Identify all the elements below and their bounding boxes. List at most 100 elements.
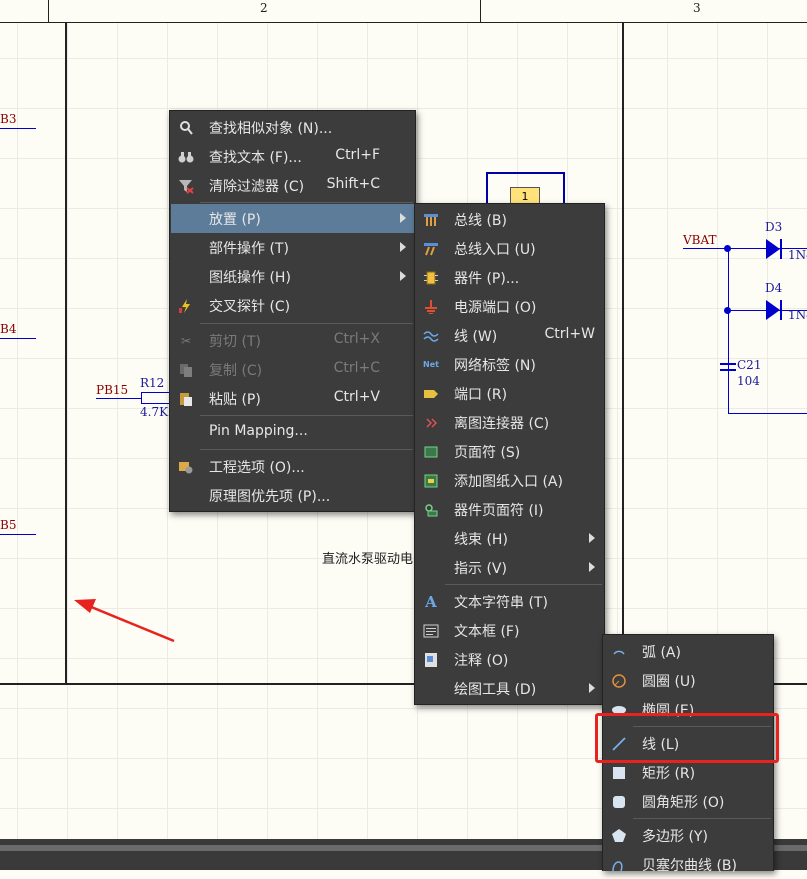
net-label-vbat: VBAT — [683, 233, 717, 247]
submenu-arrow-icon — [400, 242, 406, 252]
port-icon — [423, 386, 439, 402]
menu-item-schematic-preferences[interactable]: 原理图优先项 (P)... — [171, 481, 414, 510]
menu-item-off-sheet-connector[interactable]: 离图连接器 (C) — [416, 408, 603, 437]
copy-icon — [178, 362, 194, 378]
menu-item-directives[interactable]: 指示 (V) — [416, 553, 603, 582]
menu-item-device-sheet-symbol[interactable]: 器件页面符 (I) — [416, 495, 603, 524]
menu-item-bezier[interactable]: 贝塞尔曲线 (B) — [604, 850, 772, 879]
off-sheet-connector-icon — [423, 415, 439, 431]
menu-item-drawing-tools[interactable]: 绘图工具 (D) — [416, 674, 603, 703]
polygon-icon — [611, 828, 627, 844]
menu-separator — [633, 818, 771, 819]
menu-item-harness[interactable]: 线束 (H) — [416, 524, 603, 553]
menu-item-bus-entry[interactable]: 总线入口 (U) — [416, 234, 603, 263]
context-menu: 查找相似对象 (N)... 查找文本 (F)... Ctrl+F 清除过滤器 (… — [169, 110, 416, 512]
wire — [0, 534, 36, 535]
round-rectangle-icon — [611, 794, 627, 810]
menu-separator — [200, 323, 413, 324]
place-submenu: 总线 (B) 总线入口 (U) 器件 (P)... 电源端口 (O) 线 (W)… — [414, 203, 605, 705]
menu-item-power-port[interactable]: 电源端口 (O) — [416, 292, 603, 321]
c21-value: 104 — [737, 374, 760, 388]
wire — [0, 338, 36, 339]
net-label-b4: B4 — [0, 322, 17, 336]
menu-separator — [200, 415, 413, 416]
bezier-icon — [611, 857, 627, 873]
clear-filter-icon — [178, 178, 194, 194]
submenu-arrow-icon — [589, 562, 595, 572]
rectangle-icon — [611, 765, 627, 781]
annotation-highlight-box — [595, 713, 779, 763]
menu-item-paste[interactable]: 粘贴 (P) Ctrl+V — [171, 384, 414, 413]
menu-item-net-label[interactable]: Net 网络标签 (N) — [416, 350, 603, 379]
sheet-symbol-icon — [423, 444, 439, 460]
menu-item-bus[interactable]: 总线 (B) — [416, 205, 603, 234]
text-frame-icon — [423, 623, 439, 639]
menu-item-project-options[interactable]: 工程选项 (O)... — [171, 452, 414, 481]
bus-icon — [423, 212, 439, 228]
menu-separator — [200, 449, 413, 450]
menu-separator — [445, 584, 602, 585]
menu-item-arc[interactable]: 弧 (A) — [604, 637, 772, 666]
part-icon — [423, 270, 439, 286]
net-label-pb15: PB15 — [96, 383, 129, 397]
magnifier-icon — [178, 120, 194, 136]
net-label-b3: B3 — [0, 112, 17, 126]
menu-item-sheet-symbol[interactable]: 页面符 (S) — [416, 437, 603, 466]
d4-part: 1N4 — [788, 308, 807, 322]
wire-icon — [423, 328, 439, 344]
menu-item-circle[interactable]: 圆圈 (U) — [604, 666, 772, 695]
sheet-caption: 直流水泵驱动电 — [322, 552, 414, 567]
menu-item-part-actions[interactable]: 部件操作 (T) — [171, 233, 414, 262]
circle-icon — [611, 673, 627, 689]
ruler-tick — [480, 0, 481, 22]
menu-item-wire[interactable]: 线 (W) Ctrl+W — [416, 321, 603, 350]
ruler-tick — [48, 0, 49, 22]
cross-probe-icon — [178, 298, 194, 314]
wire — [728, 248, 729, 413]
menu-item-port[interactable]: 端口 (R) — [416, 379, 603, 408]
submenu-arrow-icon — [400, 271, 406, 281]
submenu-arrow-icon — [400, 213, 406, 223]
menu-item-note[interactable]: 注释 (O) — [416, 645, 603, 674]
wire — [728, 413, 807, 414]
paste-icon — [178, 391, 194, 407]
menu-item-cross-probe[interactable]: 交叉探针 (C) — [171, 291, 414, 320]
diode-d3-icon — [766, 239, 782, 259]
menu-item-text-frame[interactable]: 文本框 (F) — [416, 616, 603, 645]
annotation-arrow-icon — [74, 599, 175, 643]
sheet-border-left — [65, 22, 67, 684]
submenu-arrow-icon — [589, 683, 595, 693]
binoculars-icon — [178, 149, 194, 165]
menu-item-find-similar[interactable]: 查找相似对象 (N)... — [171, 113, 414, 142]
submenu-arrow-icon — [589, 533, 595, 543]
project-options-icon — [178, 459, 194, 475]
menu-item-copy[interactable]: 复制 (C) Ctrl+C — [171, 355, 414, 384]
wire — [0, 128, 36, 129]
menu-item-clear-filter[interactable]: 清除过滤器 (C) Shift+C — [171, 171, 414, 200]
menu-item-place[interactable]: 放置 (P) — [171, 204, 414, 233]
device-sheet-icon — [423, 502, 439, 518]
r12-value: 4.7K — [140, 405, 169, 419]
arc-icon — [611, 644, 627, 660]
menu-item-round-rectangle[interactable]: 圆角矩形 (O) — [604, 787, 772, 816]
menu-item-pin-mapping[interactable]: Pin Mapping... — [171, 418, 414, 447]
diode-d4-icon — [766, 300, 782, 320]
menu-item-polygon[interactable]: 多边形 (Y) — [604, 821, 772, 850]
d3-part: 1N4 — [788, 248, 807, 262]
c21-designator: C21 — [737, 358, 762, 372]
text-string-icon: A — [425, 593, 437, 611]
menu-item-find-text[interactable]: 查找文本 (F)... Ctrl+F — [171, 142, 414, 171]
menu-item-sheet-actions[interactable]: 图纸操作 (H) — [171, 262, 414, 291]
sheet-border-right — [622, 22, 624, 684]
note-icon — [423, 652, 439, 668]
power-port-icon — [423, 299, 439, 315]
net-label-b5: B5 — [0, 518, 17, 532]
menu-item-cut[interactable]: ✂ 剪切 (T) Ctrl+X — [171, 326, 414, 355]
ruler-number-3: 3 — [693, 1, 701, 15]
menu-item-add-sheet-entry[interactable]: 添加图纸入口 (A) — [416, 466, 603, 495]
menu-item-text-string[interactable]: A 文本字符串 (T) — [416, 587, 603, 616]
menu-item-part[interactable]: 器件 (P)... — [416, 263, 603, 292]
top-ruler: 2 3 — [0, 0, 807, 23]
d4-designator: D4 — [765, 281, 783, 295]
menu-separator — [200, 202, 413, 203]
